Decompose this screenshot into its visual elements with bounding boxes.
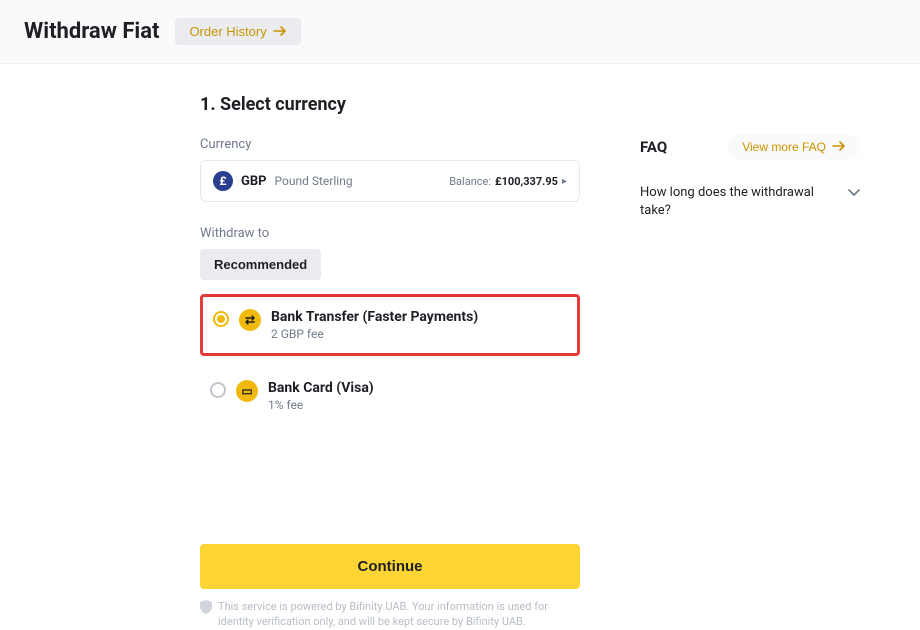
order-history-label: Order History — [189, 24, 266, 39]
withdraw-section: Withdraw to Recommended ⇄ Bank Transfer … — [200, 226, 580, 424]
form-column: 1. Select currency Currency £ GBP Pound … — [200, 94, 580, 630]
arrow-right-icon — [832, 140, 846, 154]
method-title: Bank Transfer (Faster Payments) — [271, 309, 478, 325]
currency-code: GBP — [241, 174, 267, 189]
method-text: Bank Card (Visa) 1% fee — [268, 380, 374, 412]
faq-question: How long does the withdrawal take? — [640, 184, 838, 220]
radio-bank-transfer[interactable] — [213, 311, 229, 327]
shield-icon — [200, 600, 212, 618]
tab-recommended[interactable]: Recommended — [200, 249, 321, 280]
method-list: ⇄ Bank Transfer (Faster Payments) 2 GBP … — [200, 294, 580, 424]
balance-value: £100,337.95 — [495, 175, 558, 188]
radio-bank-card[interactable] — [210, 382, 226, 398]
method-bank-card[interactable]: ▭ Bank Card (Visa) 1% fee — [200, 368, 580, 424]
currency-pound-icon: £ — [213, 171, 233, 191]
arrow-right-icon — [273, 24, 287, 39]
withdraw-to-label: Withdraw to — [200, 226, 580, 241]
currency-selector[interactable]: £ GBP Pound Sterling Balance: £100,337.9… — [200, 160, 580, 202]
faq-sidebar: FAQ View more FAQ How long does the with… — [640, 94, 860, 630]
step-title: 1. Select currency — [200, 94, 580, 115]
disclaimer-text: This service is powered by Bifinity UAB.… — [218, 599, 580, 630]
bank-transfer-icon: ⇄ — [239, 309, 261, 331]
view-more-faq-button[interactable]: View more FAQ — [728, 134, 860, 160]
method-fee: 2 GBP fee — [271, 327, 478, 341]
faq-item[interactable]: How long does the withdrawal take? — [640, 184, 860, 220]
currency-name: Pound Sterling — [275, 174, 353, 188]
radio-dot-icon — [217, 315, 225, 323]
main-container: 1. Select currency Currency £ GBP Pound … — [0, 64, 920, 630]
method-bank-transfer[interactable]: ⇄ Bank Transfer (Faster Payments) 2 GBP … — [200, 294, 580, 356]
disclaimer: This service is powered by Bifinity UAB.… — [200, 599, 580, 630]
faq-header: FAQ View more FAQ — [640, 134, 860, 160]
caret-right-icon: ▸ — [562, 176, 567, 187]
method-text: Bank Transfer (Faster Payments) 2 GBP fe… — [271, 309, 478, 341]
method-fee: 1% fee — [268, 398, 374, 412]
page-title: Withdraw Fiat — [24, 19, 159, 44]
currency-label: Currency — [200, 137, 580, 152]
order-history-button[interactable]: Order History — [175, 18, 300, 45]
view-more-label: View more FAQ — [742, 140, 826, 154]
method-title: Bank Card (Visa) — [268, 380, 374, 396]
withdraw-tabs: Recommended — [200, 249, 580, 280]
bank-card-icon: ▭ — [236, 380, 258, 402]
balance-wrap: Balance: £100,337.95 ▸ — [449, 175, 567, 188]
faq-title: FAQ — [640, 138, 667, 156]
balance-label: Balance: — [449, 175, 491, 188]
chevron-down-icon — [848, 186, 860, 200]
continue-button[interactable]: Continue — [200, 544, 580, 589]
header-bar: Withdraw Fiat Order History — [0, 0, 920, 64]
